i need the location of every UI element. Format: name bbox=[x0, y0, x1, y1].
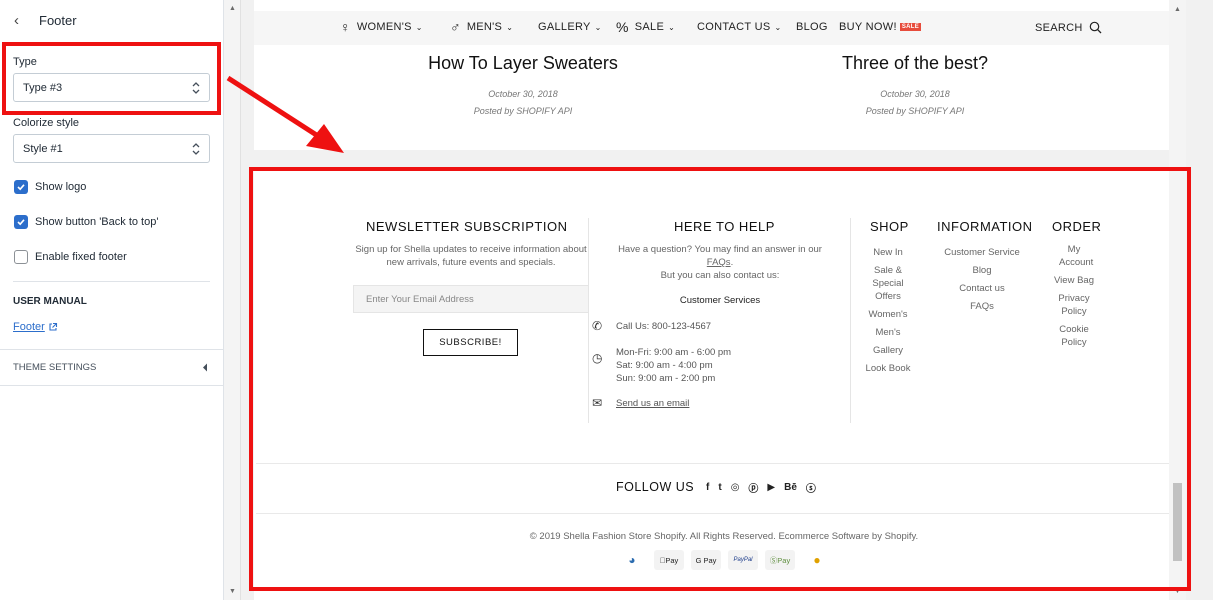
nav-buy-now-label: BUY NOW! bbox=[839, 21, 897, 33]
nav-sale[interactable]: % SALE ⌄ bbox=[616, 19, 676, 35]
type-highlight-box bbox=[2, 42, 221, 115]
checkbox-checked-icon bbox=[14, 180, 28, 194]
sidebar-title: Footer bbox=[39, 12, 77, 28]
nav-contact-label: CONTACT US bbox=[697, 21, 771, 33]
post-meta: October 30, 2018 Posted by SHOPIFY API bbox=[765, 86, 1065, 120]
colorize-select[interactable]: Style #1 bbox=[13, 134, 210, 163]
show-back-to-top-checkbox[interactable]: Show button 'Back to top' bbox=[14, 215, 158, 229]
man-icon: ♂ bbox=[450, 19, 461, 35]
nav-gallery-label: GALLERY bbox=[538, 21, 591, 33]
scroll-down-icon[interactable]: ▼ bbox=[229, 588, 236, 595]
checkbox-unchecked-icon bbox=[14, 250, 28, 264]
scroll-up-icon[interactable]: ▲ bbox=[229, 5, 236, 12]
chevron-down-icon: ⌄ bbox=[774, 22, 782, 32]
nav-contact[interactable]: CONTACT US ⌄ bbox=[697, 21, 782, 33]
nav-mens-label: MEN'S bbox=[466, 21, 503, 33]
show-back-to-top-label: Show button 'Back to top' bbox=[35, 216, 159, 228]
colorize-select-value: Style #1 bbox=[23, 142, 63, 155]
checkbox-checked-icon bbox=[14, 215, 28, 229]
external-link-icon bbox=[49, 322, 57, 331]
nav-gallery[interactable]: GALLERY ⌄ bbox=[538, 21, 602, 33]
select-arrows-icon bbox=[192, 143, 200, 155]
post-meta: October 30, 2018 Posted by SHOPIFY API bbox=[373, 86, 673, 120]
percent-icon: % bbox=[616, 19, 629, 35]
show-logo-checkbox[interactable]: Show logo bbox=[14, 180, 86, 194]
scroll-up-icon[interactable]: ▲ bbox=[1174, 6, 1181, 13]
nav-mens[interactable]: ♂ MEN'S ⌄ bbox=[450, 19, 514, 35]
back-arrow-icon[interactable]: ‹ bbox=[14, 12, 34, 29]
blog-post[interactable]: Three of the best? October 30, 2018 Post… bbox=[765, 53, 1065, 120]
nav-search[interactable]: SEARCH bbox=[1035, 21, 1102, 34]
colorize-label: Colorize style bbox=[13, 117, 80, 129]
sidebar-scrollbar[interactable]: ▲ ▼ bbox=[224, 0, 241, 600]
divider bbox=[13, 281, 210, 282]
chevron-down-icon: ⌄ bbox=[594, 22, 602, 32]
store-nav: ♀ WOMEN'S ⌄ ♂ MEN'S ⌄ GALLERY ⌄ % SALE ⌄ CON… bbox=[254, 11, 1186, 45]
fixed-footer-label: Enable fixed footer bbox=[35, 251, 127, 263]
post-author: Posted by SHOPIFY API bbox=[865, 106, 965, 116]
sidebar-header: ‹ Footer bbox=[0, 0, 223, 40]
blog-post[interactable]: How To Layer Sweaters October 30, 2018 P… bbox=[373, 53, 673, 120]
colorize-field: Colorize style Style #1 bbox=[13, 117, 210, 163]
footer-highlight-box bbox=[249, 167, 1191, 591]
caret-left-icon bbox=[203, 363, 207, 372]
user-manual-link-label: Footer bbox=[13, 321, 45, 333]
post-title[interactable]: How To Layer Sweaters bbox=[373, 53, 673, 74]
section-gap bbox=[254, 150, 1169, 168]
chevron-down-icon: ⌄ bbox=[668, 22, 676, 32]
theme-settings-label: THEME SETTINGS bbox=[13, 362, 97, 373]
post-date: October 30, 2018 bbox=[880, 89, 950, 99]
nav-sale-label: SALE bbox=[634, 21, 665, 33]
chevron-down-icon: ⌄ bbox=[506, 22, 514, 32]
nav-buy-now[interactable]: BUY NOW! SALE bbox=[839, 21, 922, 33]
user-manual-title: USER MANUAL bbox=[13, 296, 87, 307]
fixed-footer-checkbox[interactable]: Enable fixed footer bbox=[14, 250, 127, 264]
chevron-down-icon: ⌄ bbox=[415, 22, 423, 32]
post-title[interactable]: Three of the best? bbox=[765, 53, 1065, 74]
nav-blog[interactable]: BLOG bbox=[796, 21, 828, 33]
search-icon bbox=[1089, 21, 1102, 34]
nav-womens[interactable]: ♀ WOMEN'S ⌄ bbox=[340, 19, 423, 35]
nav-blog-label: BLOG bbox=[796, 21, 828, 33]
sale-badge: SALE bbox=[899, 23, 922, 31]
nav-search-label: SEARCH bbox=[1035, 21, 1083, 34]
post-author: Posted by SHOPIFY API bbox=[473, 106, 573, 116]
post-date: October 30, 2018 bbox=[488, 89, 558, 99]
user-manual-link[interactable]: Footer bbox=[13, 321, 58, 333]
woman-icon: ♀ bbox=[340, 19, 351, 35]
nav-womens-label: WOMEN'S bbox=[356, 21, 412, 33]
theme-settings-row[interactable]: THEME SETTINGS bbox=[0, 349, 223, 386]
show-logo-label: Show logo bbox=[35, 181, 87, 193]
